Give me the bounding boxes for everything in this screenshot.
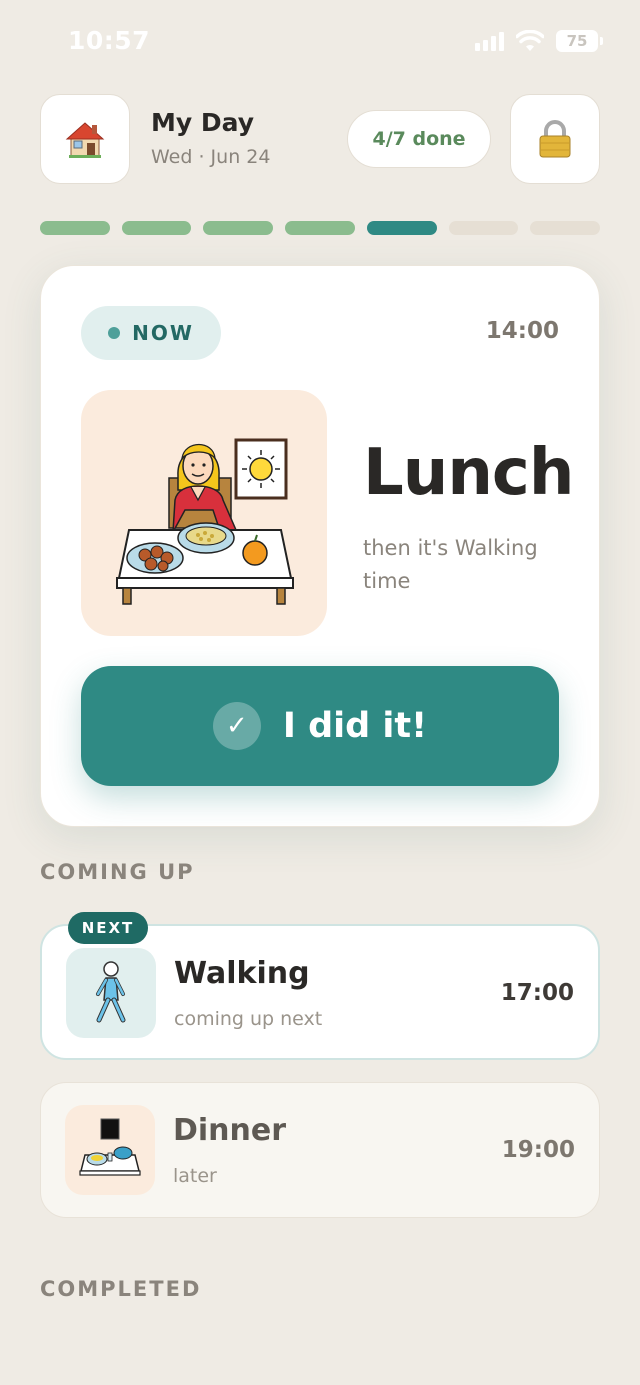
wifi-icon	[516, 30, 544, 51]
completed-heading: COMPLETED	[40, 1277, 202, 1301]
current-task-subtitle: then it's Walking time	[363, 536, 538, 593]
progress-segment	[203, 221, 274, 235]
progress-track	[40, 221, 601, 235]
i-did-it-button[interactable]: ✓ I did it!	[81, 666, 559, 786]
dinner-table-night-icon	[65, 1105, 155, 1195]
task-subtitle: later	[173, 1165, 217, 1187]
check-icon: ✓	[212, 702, 261, 750]
status-time: 10:57	[68, 26, 151, 55]
progress-pill: 4/7 done	[347, 110, 491, 168]
current-task-card: NOW 14:00 Lunch then it's Walking time ✓…	[40, 265, 600, 827]
page-title: My Day	[151, 108, 255, 137]
i-did-it-label: I did it!	[282, 706, 428, 746]
current-task-title: Lunch	[363, 436, 574, 510]
progress-segment	[530, 221, 601, 235]
progress-segment	[40, 221, 110, 235]
now-badge: NOW	[81, 306, 221, 360]
next-tag: NEXT	[68, 912, 148, 944]
walking-person-icon	[66, 948, 156, 1038]
status-bar: 10:57 75	[0, 0, 640, 86]
header: My Day Wed · Jun 24 4/7 done	[40, 94, 600, 186]
task-title: Dinner	[173, 1113, 287, 1148]
status-icons: 75	[475, 30, 603, 52]
lunch-illustration	[81, 390, 327, 636]
task-time: 19:00	[501, 1137, 575, 1163]
task-card-dinner[interactable]: Dinner later 19:00	[40, 1082, 600, 1218]
task-card-walking[interactable]: NEXT Walking coming up next 17:00	[40, 912, 600, 1060]
task-title: Walking	[174, 956, 310, 991]
home-button[interactable]	[40, 94, 130, 184]
now-dot-icon	[108, 327, 121, 339]
progress-segment	[448, 221, 519, 235]
task-subtitle: coming up next	[174, 1008, 323, 1030]
battery-icon: 75	[556, 30, 603, 52]
progress-segment	[121, 221, 192, 235]
now-badge-label: NOW	[132, 321, 194, 345]
page-date: Wed · Jun 24	[151, 146, 271, 168]
lock-button[interactable]	[510, 94, 600, 184]
progress-segment	[366, 221, 437, 235]
progress-segment	[285, 221, 355, 235]
battery-level: 75	[566, 32, 588, 50]
house-icon	[65, 122, 105, 158]
coming-up-heading: COMING UP	[40, 860, 195, 884]
current-task-time: 14:00	[485, 318, 559, 344]
task-time: 17:00	[500, 980, 574, 1006]
padlock-icon	[539, 120, 571, 158]
cellular-signal-icon	[475, 31, 504, 51]
